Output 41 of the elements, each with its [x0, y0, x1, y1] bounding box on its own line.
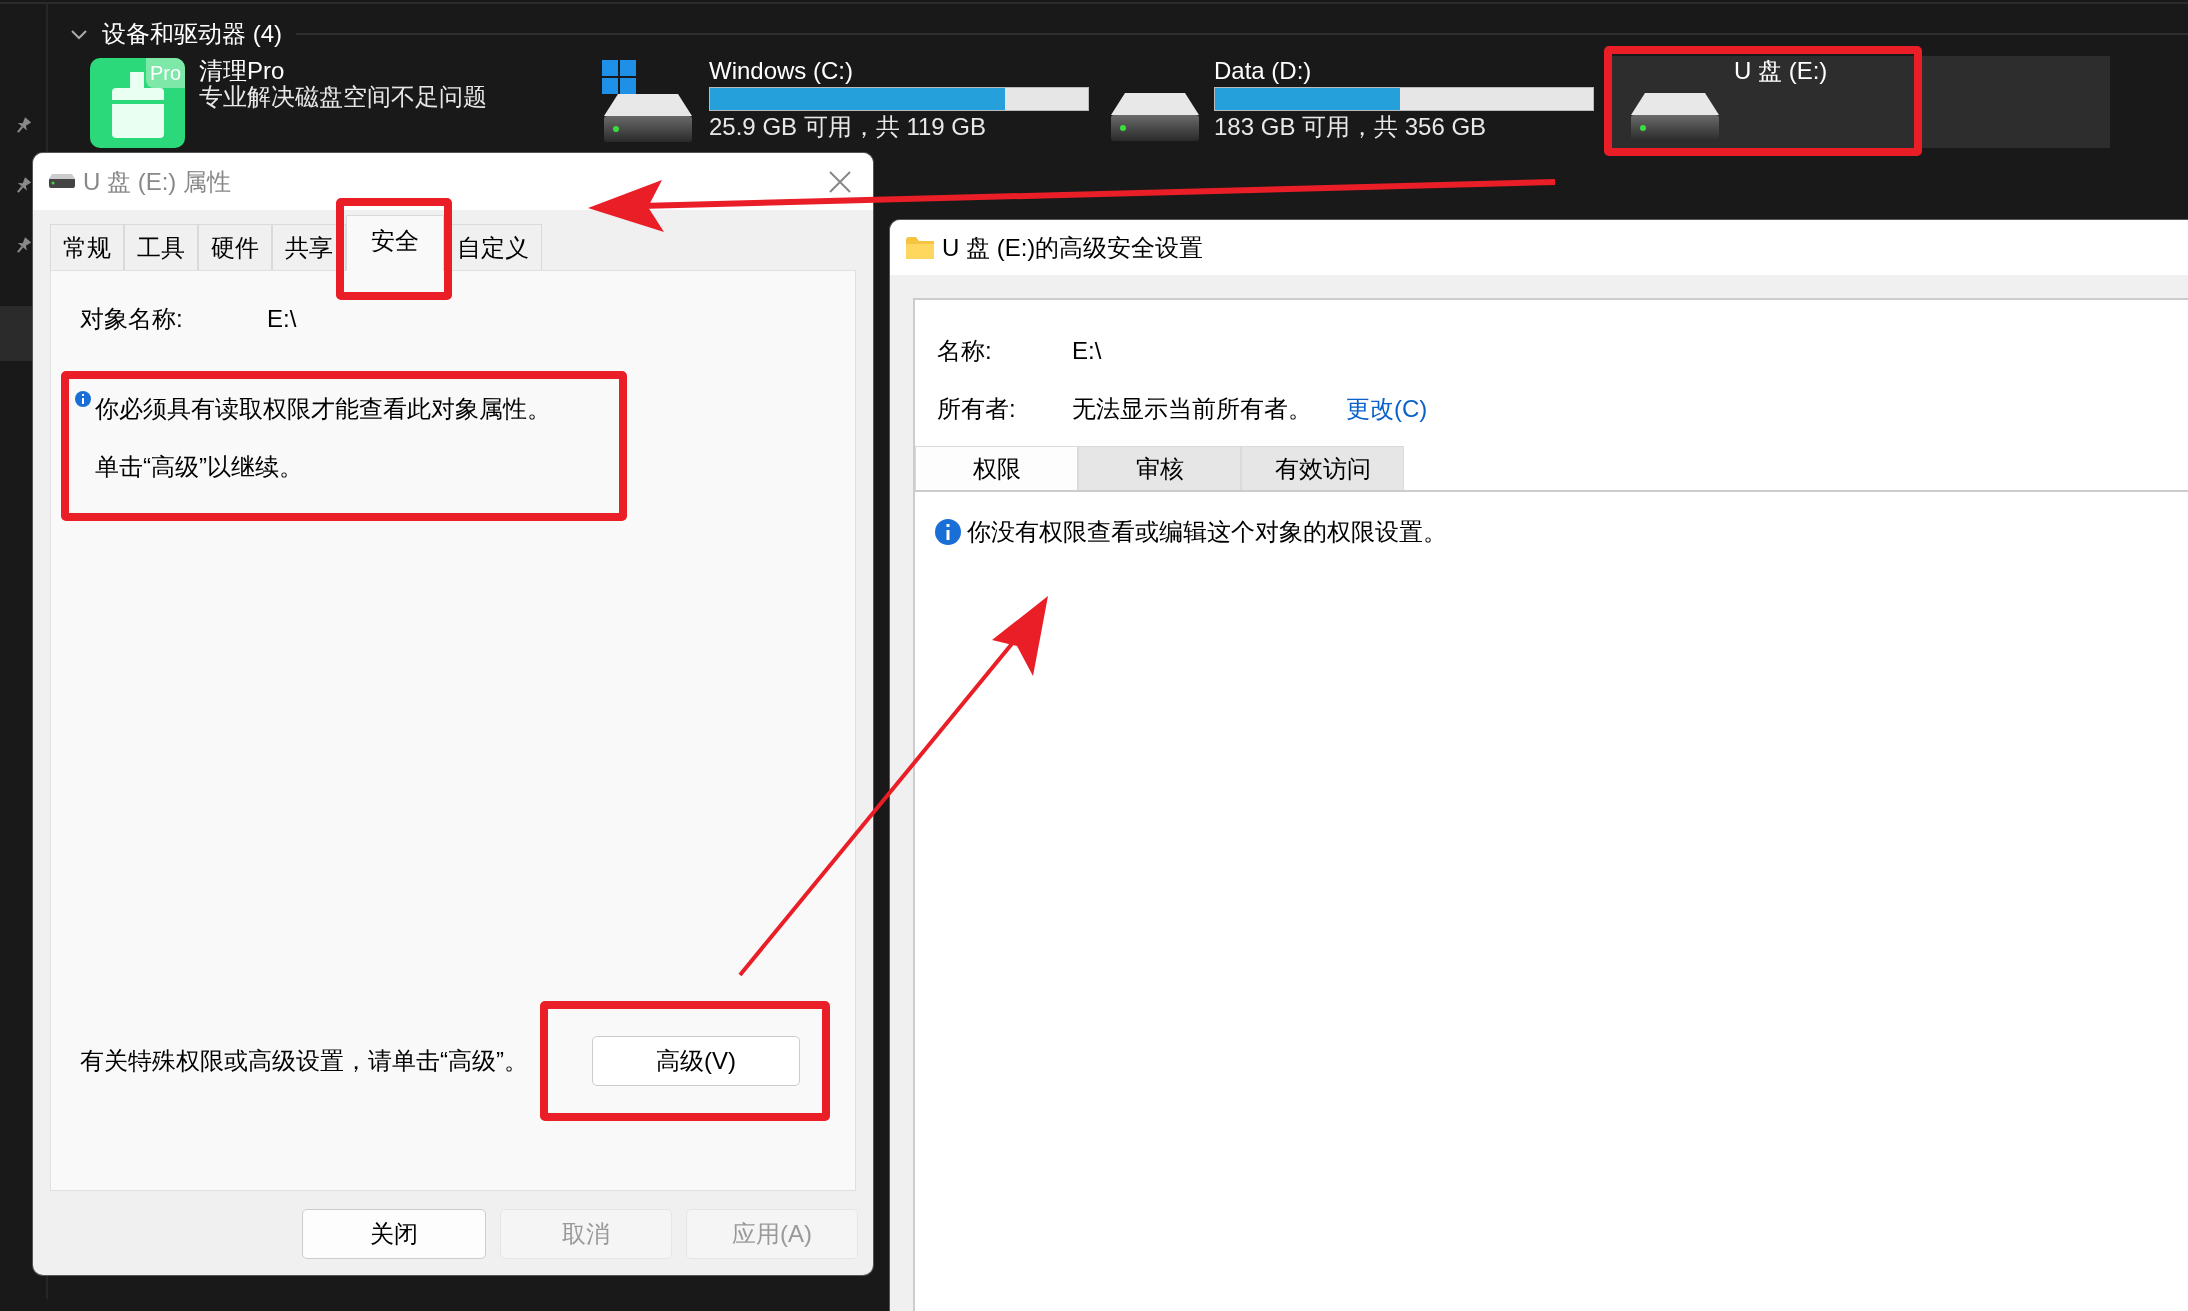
drive-details: 25.9 GB 可用，共 119 GB — [709, 114, 987, 141]
window-title: U 盘 (E:) 属性 — [83, 166, 231, 197]
info-icon — [75, 391, 91, 407]
tab[interactable]: 硬件 — [198, 224, 272, 270]
message-text: 你没有权限查看或编辑这个对象的权限设置。 — [967, 517, 1447, 547]
hint-text: 有关特殊权限或高级设置，请单击“高级”。 — [80, 1046, 528, 1076]
notice-text: 你必须具有读取权限才能查看此对象属性。 — [95, 394, 551, 424]
tab[interactable]: 常规 — [50, 224, 124, 270]
tab[interactable]: 审核 — [1078, 446, 1241, 490]
field-label: 所有者: — [937, 394, 1017, 424]
folder-icon — [906, 236, 934, 259]
app-tile[interactable]: Pro 清理Pro 专业解决磁盘空间不足问题 — [80, 56, 580, 148]
section-title[interactable]: 设备和驱动器 (4) — [102, 16, 282, 52]
dialog-button[interactable]: 关闭 — [302, 1209, 486, 1259]
drive-tile[interactable]: Windows (C:) 25.9 GB 可用，共 119 GB — [590, 56, 1090, 148]
drive-name: Windows (C:) — [709, 58, 854, 85]
advanced-button[interactable]: 高级(V) — [592, 1036, 800, 1086]
window-title: U 盘 (E:)的高级安全设置 — [942, 232, 1204, 263]
drive-name: 清理Pro — [199, 58, 286, 85]
drive-details: 专业解决磁盘空间不足问题 — [199, 84, 487, 111]
field-label: 名称: — [937, 336, 993, 366]
info-icon — [935, 519, 961, 545]
drive-name: Data (D:) — [1214, 58, 1313, 85]
drive-icon — [49, 173, 75, 190]
tab[interactable]: 工具 — [124, 224, 198, 270]
drive-tile[interactable]: Data (D:) 183 GB 可用，共 356 GB — [1100, 56, 1600, 148]
tab[interactable]: 权限 — [915, 446, 1078, 490]
tab[interactable]: 有效访问 — [1241, 446, 1404, 490]
field-value: 无法显示当前所有者。 — [1072, 394, 1312, 424]
drive-name: U 盘 (E:) — [1734, 58, 1828, 85]
drive-icon — [1110, 92, 1200, 142]
field-value: E:\ — [267, 304, 297, 334]
change-link[interactable]: 更改(C) — [1346, 391, 1428, 427]
field-value: E:\ — [1072, 336, 1102, 366]
tab[interactable]: 安全 — [346, 215, 444, 271]
field-label: 对象名称: — [80, 304, 184, 334]
pro-badge: Pro — [145, 58, 185, 88]
close-icon[interactable] — [827, 168, 853, 195]
drive-details: 183 GB 可用，共 356 GB — [1214, 114, 1488, 141]
drive-tile[interactable]: U 盘 (E:) — [1610, 56, 2110, 148]
notice-text: 单击“高级”以继续。 — [95, 452, 303, 482]
